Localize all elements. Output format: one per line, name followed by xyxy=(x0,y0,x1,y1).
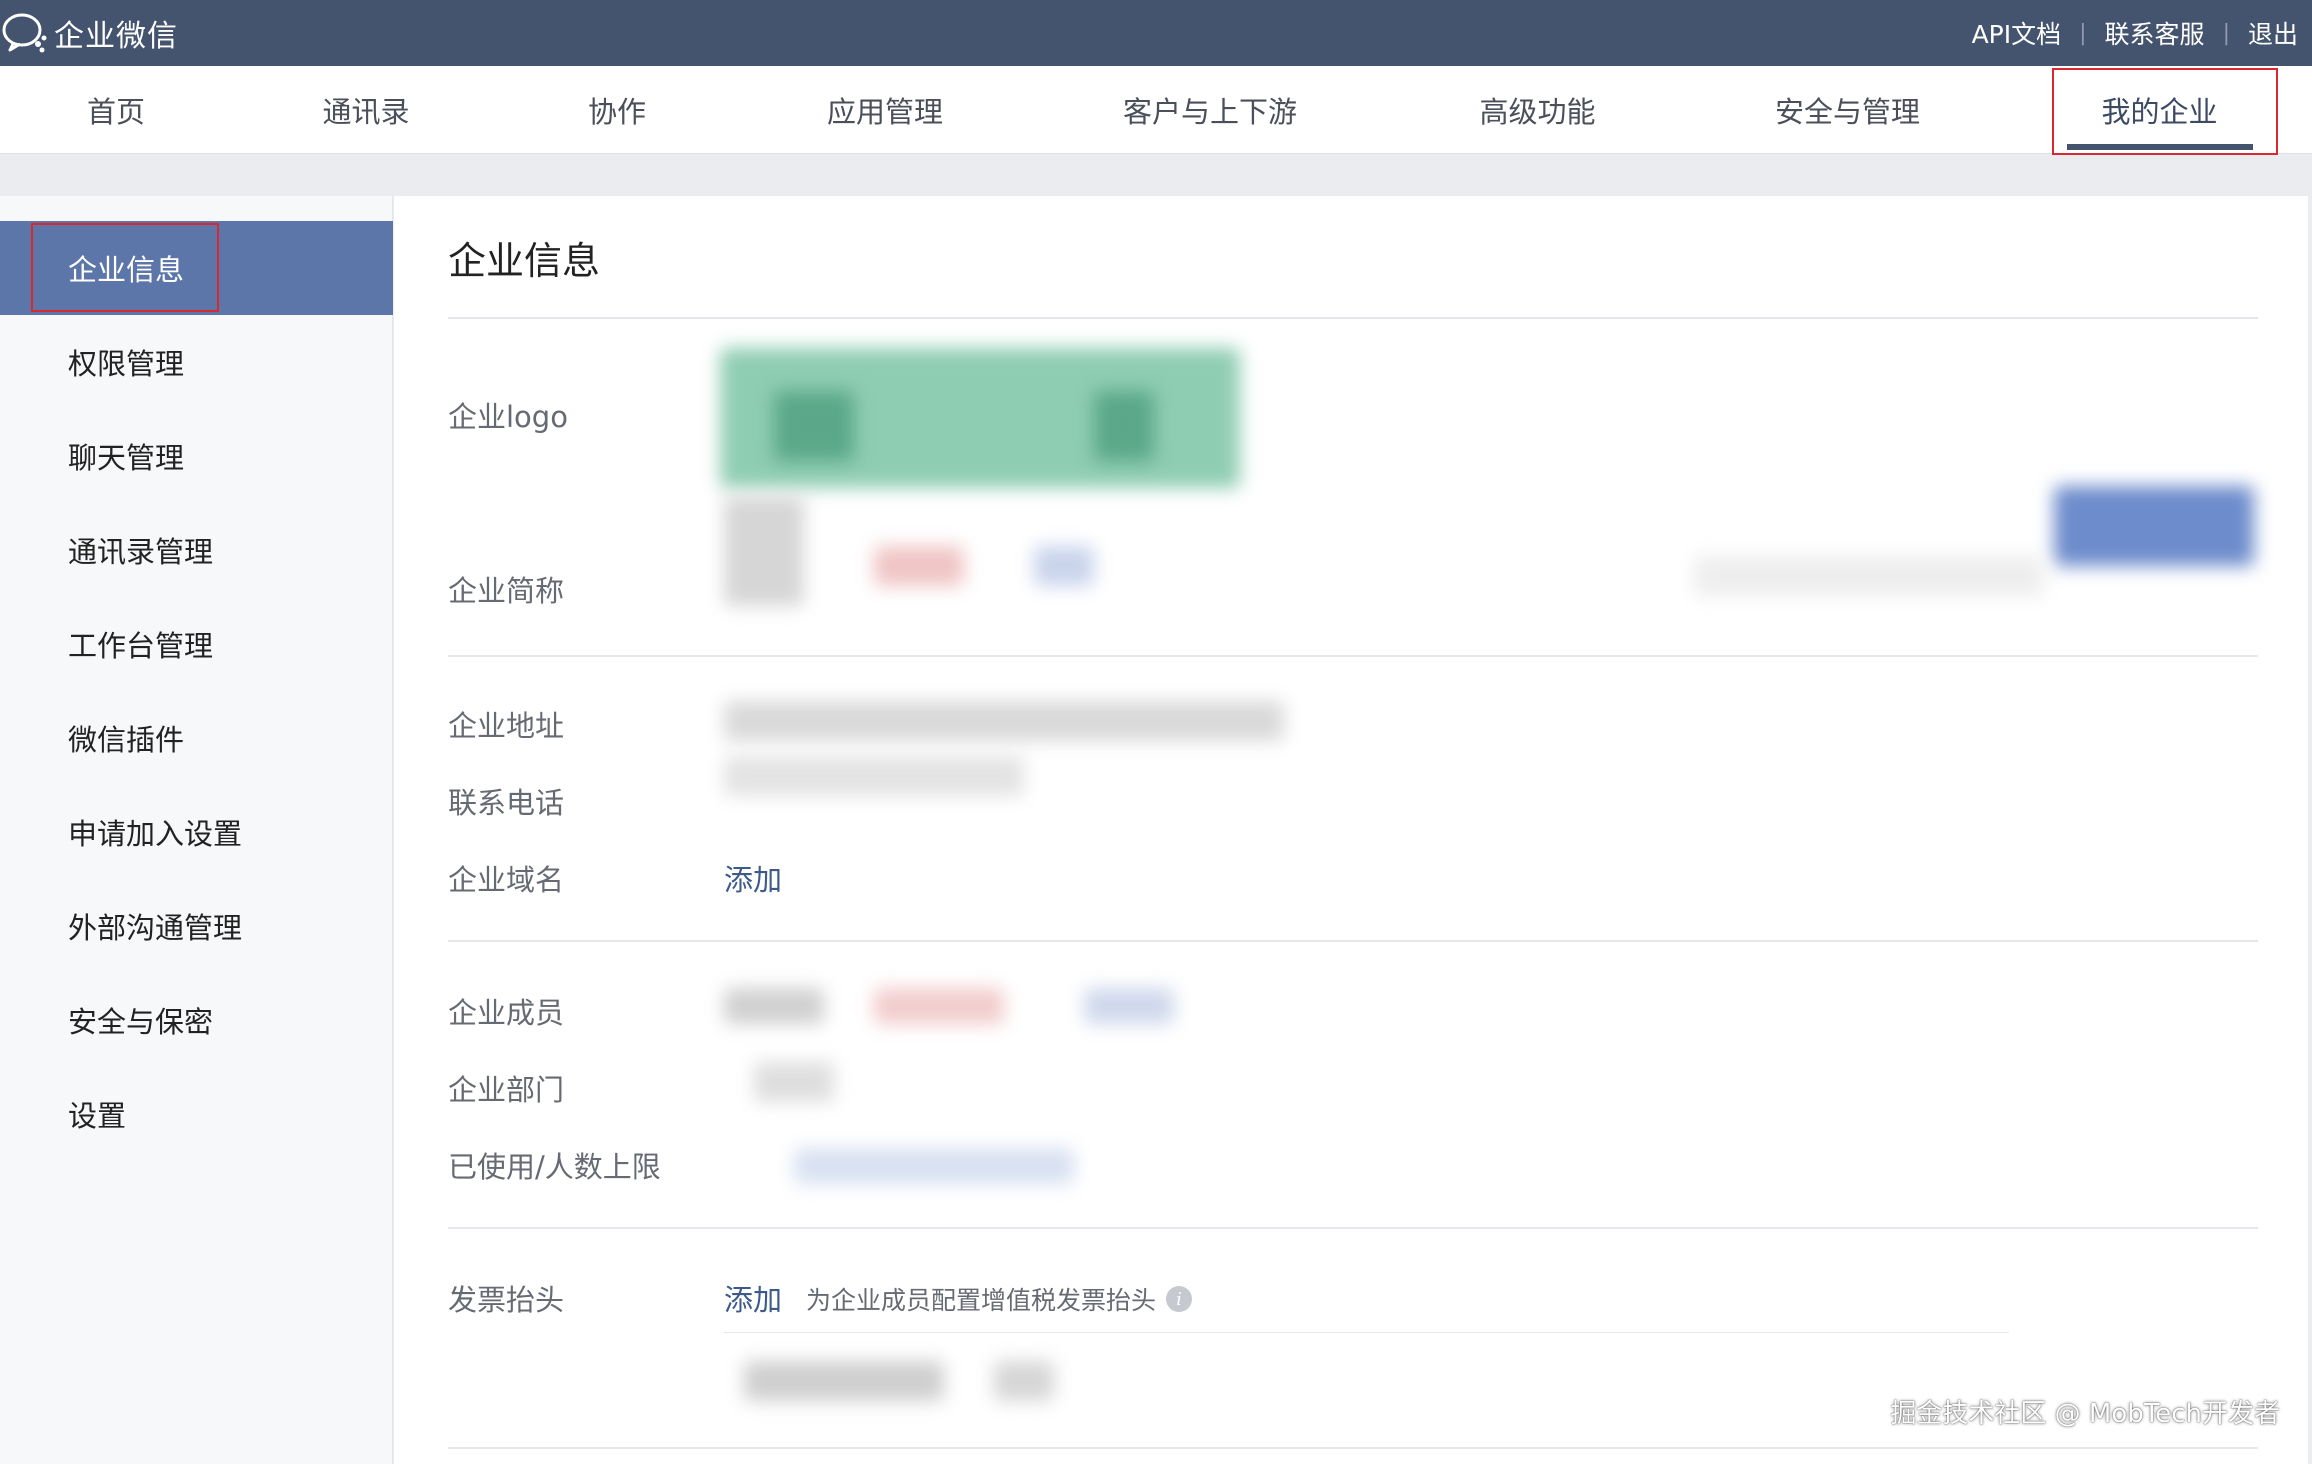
nav-item-customers[interactable]: 客户与上下游 xyxy=(1110,66,1310,154)
sidebar-item-enterprise-info[interactable]: 企业信息 xyxy=(0,221,393,315)
blurred-invoice xyxy=(994,1361,1054,1401)
info-icon[interactable]: i xyxy=(1166,1286,1193,1312)
divider xyxy=(724,1332,2009,1333)
nav-item-advanced[interactable]: 高级功能 xyxy=(1460,66,1615,154)
label-departments: 企业部门 xyxy=(448,1073,565,1107)
label-phone: 联系电话 xyxy=(448,786,565,820)
separator: | xyxy=(2222,20,2230,46)
invoice-hint: 为企业成员配置增值税发票抬头 i xyxy=(806,1281,1193,1317)
blurred-value xyxy=(1034,546,1094,586)
blurred-detail xyxy=(1094,391,1154,461)
blurred-value xyxy=(724,496,804,606)
active-tab-indicator xyxy=(2067,144,2253,150)
sidebar-item-external-comm[interactable]: 外部沟通管理 xyxy=(0,879,393,973)
sidebar-item-security-privacy[interactable]: 安全与保密 xyxy=(0,973,393,1067)
contact-support-link[interactable]: 联系客服 xyxy=(2105,15,2205,51)
sidebar-item-contacts[interactable]: 通讯录管理 xyxy=(0,503,393,597)
wework-logo-icon xyxy=(0,8,50,58)
blurred-value xyxy=(874,546,964,586)
top-bar: 企业微信 API文档 | 联系客服 | 退出 xyxy=(0,0,2312,66)
blurred-members xyxy=(1084,988,1174,1024)
blurred-members xyxy=(874,988,1004,1024)
blurred-address xyxy=(724,701,1284,741)
top-links: API文档 | 联系客服 | 退出 xyxy=(1972,15,2298,51)
blurred-usage xyxy=(794,1148,1074,1184)
invoice-hint-text: 为企业成员配置增值税发票抬头 xyxy=(806,1286,1157,1315)
separator: | xyxy=(2079,20,2087,46)
divider xyxy=(448,940,2258,942)
nav-item-collaboration[interactable]: 协作 xyxy=(567,66,667,154)
api-docs-link[interactable]: API文档 xyxy=(1972,15,2062,51)
sidebar: 企业信息 权限管理 聊天管理 通讯录管理 工作台管理 微信插件 申请加入设置 外… xyxy=(0,196,393,1464)
blurred-invoice xyxy=(744,1361,944,1401)
label-logo: 企业logo xyxy=(448,400,568,434)
label-members: 企业成员 xyxy=(448,996,565,1030)
sidebar-item-workbench[interactable]: 工作台管理 xyxy=(0,597,393,691)
blurred-members xyxy=(724,988,824,1024)
sidebar-item-join-settings[interactable]: 申请加入设置 xyxy=(0,785,393,879)
label-usage-limit: 已使用/人数上限 xyxy=(448,1150,661,1184)
blurred-departments xyxy=(754,1062,834,1102)
nav-item-contacts[interactable]: 通讯录 xyxy=(306,66,426,154)
label-short-name: 企业简称 xyxy=(448,574,565,608)
divider xyxy=(448,1447,2258,1449)
blurred-detail xyxy=(774,391,854,461)
watermark: 掘金技术社区 @ MobTech开发者 xyxy=(1890,1399,2280,1429)
add-invoice-link[interactable]: 添加 xyxy=(724,1277,782,1319)
divider xyxy=(448,655,2258,657)
main-panel: 企业信息 企业logo 企业简称 企业地址 联系电话 企业域名 添加 企业成员 … xyxy=(394,196,2308,1464)
divider xyxy=(448,1227,2258,1229)
blurred-button[interactable] xyxy=(2054,486,2254,566)
sidebar-item-settings[interactable]: 设置 xyxy=(0,1067,393,1161)
sidebar-item-wechat-plugin[interactable]: 微信插件 xyxy=(0,691,393,785)
label-invoice: 发票抬头 xyxy=(448,1283,565,1317)
page-title: 企业信息 xyxy=(448,239,601,283)
divider xyxy=(448,317,2258,319)
app-name: 企业微信 xyxy=(54,19,178,54)
sidebar-item-permissions[interactable]: 权限管理 xyxy=(0,315,393,409)
nav-item-home[interactable]: 首页 xyxy=(66,66,166,154)
nav-item-security[interactable]: 安全与管理 xyxy=(1765,66,1930,154)
label-address: 企业地址 xyxy=(448,709,565,743)
nav-item-app-management[interactable]: 应用管理 xyxy=(810,66,960,154)
nav-item-my-enterprise[interactable]: 我的企业 xyxy=(2082,66,2237,154)
add-domain-link[interactable]: 添加 xyxy=(724,857,782,899)
label-domain: 企业域名 xyxy=(448,863,565,897)
blurred-value xyxy=(1694,556,2044,596)
main-nav: 首页 通讯录 协作 应用管理 客户与上下游 高级功能 安全与管理 我的企业 xyxy=(0,66,2312,154)
brand[interactable]: 企业微信 xyxy=(0,0,178,66)
sidebar-item-chat[interactable]: 聊天管理 xyxy=(0,409,393,503)
logout-link[interactable]: 退出 xyxy=(2248,15,2298,51)
blurred-phone xyxy=(724,756,1024,796)
